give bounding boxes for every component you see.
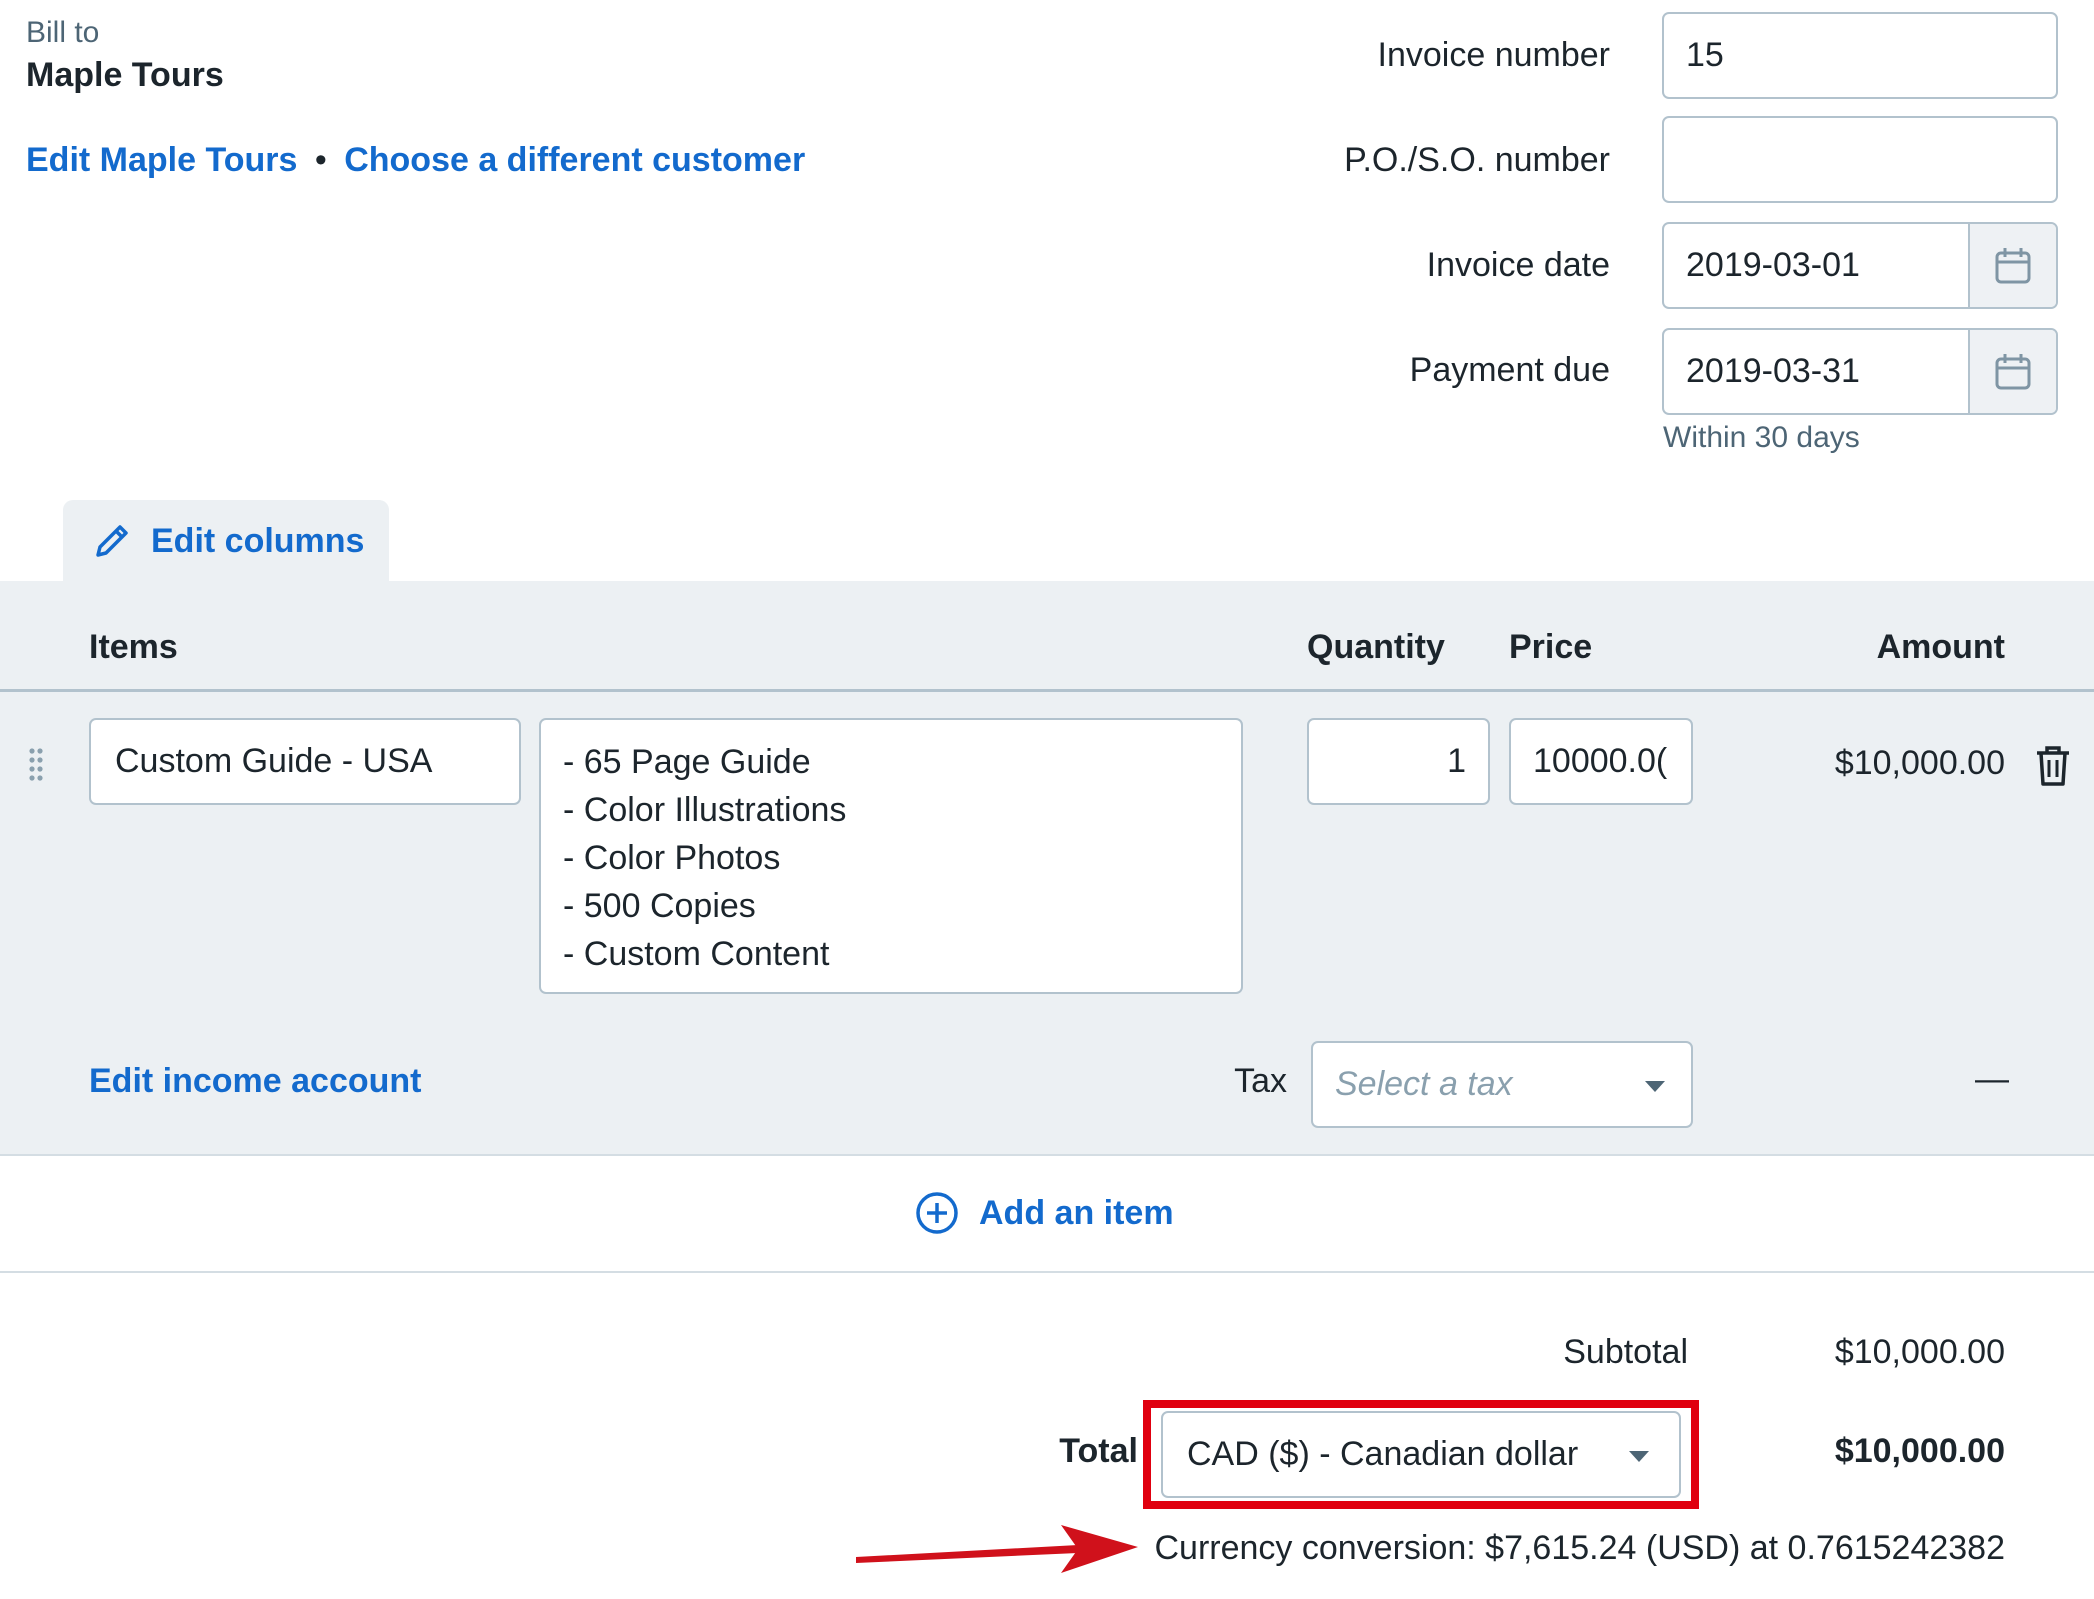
invoice-date-calendar-button[interactable] [1968, 224, 2056, 307]
invoice-date-value: 2019-03-01 [1686, 246, 1860, 284]
trash-icon[interactable] [2035, 745, 2071, 787]
add-item-label: Add an item [979, 1193, 1174, 1232]
tax-label: Tax [1234, 1062, 1287, 1100]
invoice-number-label: Invoice number [1377, 36, 1610, 74]
description-line: - 500 Copies [563, 887, 756, 925]
calendar-icon [1995, 353, 2031, 389]
customer-name: Maple Tours [26, 56, 224, 94]
total-value: $10,000.00 [1834, 1432, 2005, 1470]
column-header-price: Price [1509, 628, 1593, 666]
choose-customer-link[interactable]: Choose a different customer [344, 141, 805, 179]
currency-select-value: CAD ($) - Canadian dollar [1187, 1435, 1579, 1473]
tax-amount: — [1975, 1060, 2009, 1098]
payment-due-label: Payment due [1409, 351, 1610, 389]
price-input[interactable]: 10000.0( [1509, 718, 1693, 805]
invoice-date-input[interactable]: 2019-03-01 [1662, 222, 2058, 309]
currency-conversion-text: Currency conversion: $7,615.24 (USD) at … [1154, 1529, 2005, 1567]
invoice-number-input[interactable]: 15 [1662, 12, 2058, 99]
line-amount: $10,000.00 [1834, 744, 2005, 782]
chevron-down-icon [1629, 1451, 1649, 1462]
column-header-items: Items [89, 628, 178, 666]
edit-customer-link[interactable]: Edit Maple Tours [26, 141, 297, 179]
price-value: 10000.0( [1533, 742, 1668, 780]
item-name-value: Custom Guide - USA [115, 742, 433, 780]
description-line: - Color Illustrations [563, 791, 847, 829]
subtotal-value: $10,000.00 [1834, 1333, 2005, 1371]
invoice-number-value: 15 [1686, 36, 1724, 74]
payment-due-input[interactable]: 2019-03-31 [1662, 328, 2058, 415]
chevron-down-icon [1645, 1081, 1665, 1092]
plus-circle-icon [916, 1192, 958, 1234]
item-description-textarea[interactable]: - 65 Page Guide - Color Illustrations - … [539, 718, 1243, 994]
drag-handle-icon[interactable] [28, 747, 44, 781]
column-header-amount: Amount [1876, 628, 2005, 666]
invoice-date-label: Invoice date [1426, 246, 1610, 284]
column-header-quantity: Quantity [1307, 628, 1445, 666]
divider [0, 1271, 2094, 1273]
bill-to-label: Bill to [26, 16, 100, 49]
table-header: Items Quantity Price Amount [0, 581, 2094, 692]
tax-select[interactable]: Select a tax [1311, 1041, 1693, 1128]
payment-due-hint: Within 30 days [1663, 421, 1860, 454]
subtotal-label: Subtotal [1563, 1333, 1688, 1371]
description-line: - Custom Content [563, 935, 830, 973]
edit-columns-label: Edit columns [151, 521, 365, 560]
edit-income-account-link[interactable]: Edit income account [89, 1062, 422, 1101]
description-line: - 65 Page Guide [563, 743, 811, 781]
currency-select[interactable]: CAD ($) - Canadian dollar [1161, 1411, 1681, 1498]
po-number-input[interactable] [1662, 116, 2058, 203]
calendar-icon [1995, 247, 2031, 283]
edit-columns-button[interactable]: Edit columns [63, 500, 389, 582]
total-label: Total [1059, 1432, 1138, 1470]
description-line: - Color Photos [563, 839, 781, 877]
payment-due-calendar-button[interactable] [1968, 330, 2056, 413]
add-item-button[interactable]: Add an item [915, 1191, 1174, 1235]
link-separator: • [314, 141, 327, 179]
item-name-input[interactable]: Custom Guide - USA [89, 718, 521, 805]
pencil-icon [96, 525, 128, 557]
customer-links: Edit Maple Tours • Choose a different cu… [26, 141, 805, 180]
payment-due-value: 2019-03-31 [1686, 352, 1860, 390]
quantity-value: 1 [1447, 742, 1466, 780]
po-number-label: P.O./S.O. number [1344, 141, 1610, 179]
quantity-input[interactable]: 1 [1307, 718, 1490, 805]
table-row: Custom Guide - USA - 65 Page Guide - Col… [0, 692, 2094, 1156]
tax-select-placeholder: Select a tax [1335, 1065, 1513, 1103]
annotation-arrow [856, 1525, 1138, 1573]
